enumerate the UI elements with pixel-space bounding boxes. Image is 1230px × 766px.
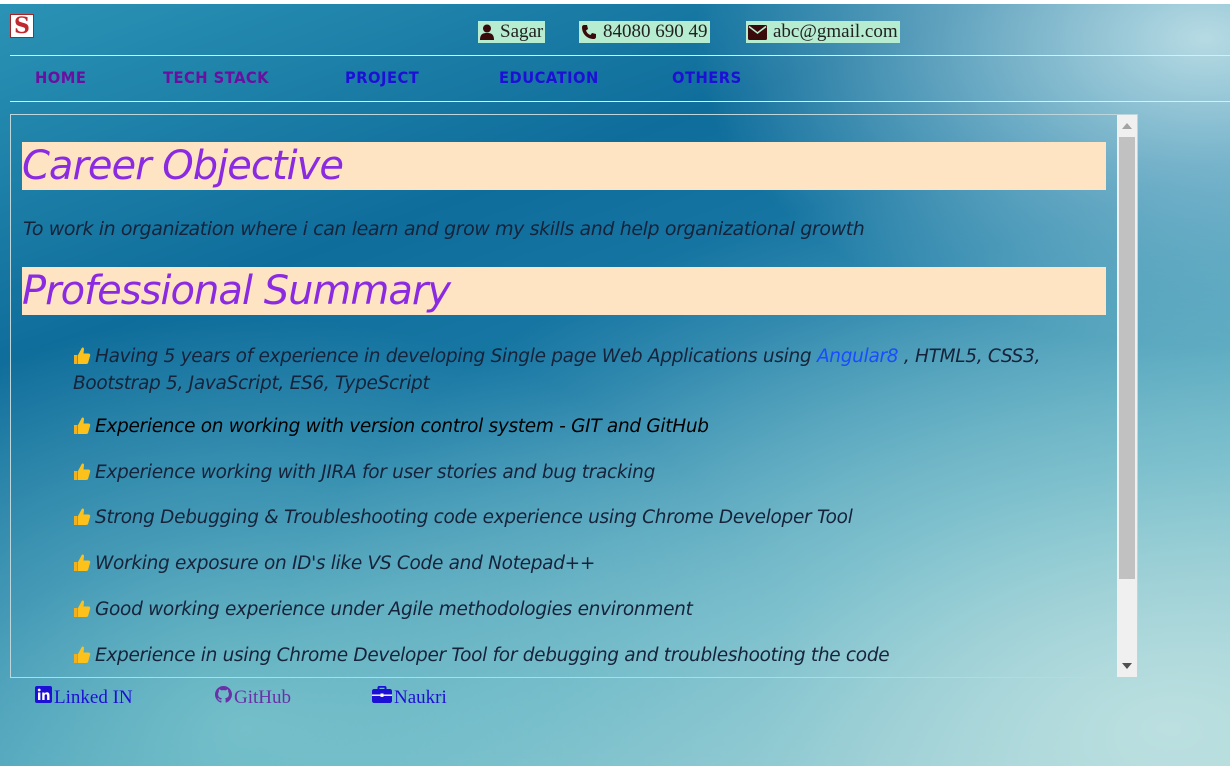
summary-item-text: Experience working with JIRA for user st…	[95, 462, 656, 483]
linkedin-label: Linked IN	[54, 686, 133, 708]
scroll-up-arrow-icon[interactable]	[1122, 123, 1132, 129]
angular-link[interactable]: Angular8	[817, 346, 899, 367]
linkedin-link[interactable]: Linked IN	[35, 686, 133, 709]
nav-home[interactable]: HOME	[35, 68, 86, 87]
professional-summary-heading: Professional Summary	[22, 267, 1106, 315]
github-link[interactable]: GitHub	[215, 686, 291, 709]
summary-item-text: Good working experience under Agile meth…	[95, 599, 693, 620]
contact-phone-text: 84080 690 49	[603, 21, 708, 42]
thumbs-up-icon	[73, 553, 91, 579]
summary-item-text: Having 5 years of experience in developi…	[95, 346, 817, 367]
summary-item: Experience on working with version contr…	[73, 415, 1113, 442]
top-strip	[0, 0, 1230, 4]
site-logo[interactable]: S	[10, 14, 34, 38]
github-icon	[215, 686, 232, 709]
scroll-down-arrow-icon[interactable]	[1122, 663, 1132, 669]
summary-item: Working exposure on ID's like VS Code an…	[73, 552, 1113, 579]
thumbs-up-icon	[73, 346, 91, 372]
thumbs-up-icon	[73, 416, 91, 442]
nav-project[interactable]: PROJECT	[345, 68, 419, 87]
naukri-link[interactable]: Naukri	[372, 686, 447, 709]
summary-item: Strong Debugging & Troubleshooting code …	[73, 506, 1113, 533]
naukri-label: Naukri	[394, 686, 447, 708]
thumbs-up-icon	[73, 645, 91, 671]
career-objective-text: To work in organization where i can lear…	[23, 218, 865, 240]
envelope-icon	[748, 24, 767, 40]
summary-item: Experience in using Chrome Developer Too…	[73, 644, 1113, 671]
contact-phone: 84080 690 49	[579, 21, 710, 43]
nav-others[interactable]: OTHERS	[672, 68, 742, 87]
briefcase-icon	[372, 686, 392, 709]
thumbs-up-icon	[73, 462, 91, 488]
linkedin-icon	[35, 686, 52, 709]
summary-item-text: Experience in using Chrome Developer Too…	[95, 645, 890, 666]
summary-item-text: Experience on working with version contr…	[95, 416, 709, 437]
contact-name: Sagar	[478, 21, 546, 43]
nav-education[interactable]: EDUCATION	[499, 68, 599, 87]
header-divider	[10, 55, 1230, 56]
contact-email: abc@gmail.com	[746, 21, 900, 43]
thumbs-up-icon	[73, 599, 91, 625]
summary-item-text: Working exposure on ID's like VS Code an…	[95, 553, 596, 574]
nav-divider	[10, 101, 1230, 102]
summary-item: Having 5 years of experience in developi…	[73, 345, 1113, 396]
user-icon	[480, 24, 494, 40]
contact-email-text: abc@gmail.com	[773, 21, 898, 42]
phone-icon	[581, 24, 597, 40]
github-label: GitHub	[234, 686, 291, 708]
nav-tech-stack[interactable]: TECH STACK	[163, 68, 269, 87]
summary-item: Experience working with JIRA for user st…	[73, 461, 1113, 488]
content-frame[interactable]: Career Objective To work in organization…	[10, 114, 1138, 678]
summary-item: Good working experience under Agile meth…	[73, 598, 1113, 625]
career-objective-heading: Career Objective	[22, 142, 1106, 190]
summary-item-text: Strong Debugging & Troubleshooting code …	[95, 507, 853, 528]
vertical-scrollbar[interactable]	[1117, 115, 1137, 677]
thumbs-up-icon	[73, 507, 91, 533]
scrollbar-thumb[interactable]	[1119, 137, 1135, 579]
contact-name-text: Sagar	[500, 21, 544, 42]
